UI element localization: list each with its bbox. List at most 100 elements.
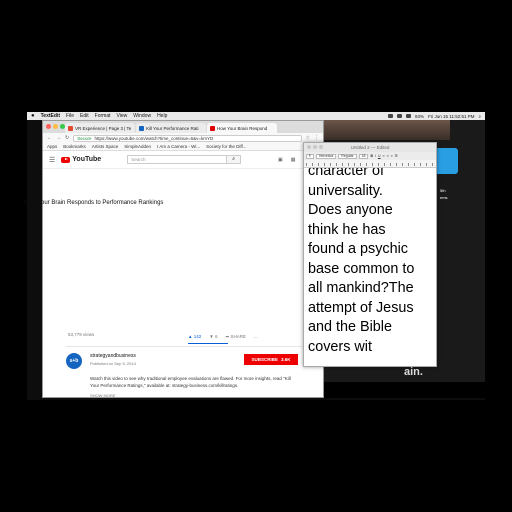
- back-icon[interactable]: ←: [47, 135, 52, 141]
- minimize-icon[interactable]: [53, 124, 58, 129]
- menu-edit[interactable]: Edit: [80, 113, 89, 119]
- textedit-window: Untitled 2 — Edited ¶ Helvetica Regular …: [303, 142, 437, 367]
- youtube-play-icon: [61, 156, 71, 163]
- ruler[interactable]: [304, 160, 436, 168]
- menu-window[interactable]: Window: [133, 113, 151, 119]
- background-video-frame: [320, 120, 450, 140]
- align-left-icon[interactable]: ≡: [383, 154, 385, 158]
- video-caption-bar: [304, 382, 485, 398]
- channel-name[interactable]: strategyandbusiness: [90, 353, 136, 359]
- youtube-header: ☰ YouTube Search ⌕ ▣ ▦ ◘ ♪: [43, 151, 323, 169]
- menu-icon[interactable]: ⋮: [314, 135, 319, 141]
- publish-date: Published on Sep 5, 2014: [90, 361, 136, 366]
- close-icon[interactable]: [307, 145, 311, 149]
- bold-button[interactable]: B: [370, 154, 373, 158]
- tab-youtube-active[interactable]: How Your Brain Respond: [207, 123, 277, 133]
- minimize-icon[interactable]: [313, 145, 317, 149]
- channel-avatar[interactable]: s+b: [66, 353, 82, 369]
- subscriber-count: 3.6K: [281, 357, 291, 362]
- tab-label: VR Experience | Page 3 | Te: [75, 125, 132, 131]
- window-controls: [307, 145, 323, 149]
- maximize-icon[interactable]: [60, 124, 65, 129]
- volume-icon[interactable]: [406, 114, 411, 118]
- menu-app-name[interactable]: TextEdit: [41, 113, 60, 119]
- show-more-button[interactable]: SHOW MORE: [90, 393, 116, 398]
- video-caption-text: ain.: [404, 366, 423, 378]
- view-count: 63,779 views: [68, 332, 95, 337]
- menu-bar: ● TextEdit File Edit Format View Window …: [27, 112, 485, 120]
- folder-label: ems: [440, 195, 448, 200]
- document-body[interactable]: character of universality. Does anyone t…: [304, 160, 436, 359]
- ruler-ticks: [306, 163, 434, 166]
- omnibar: ← → ↻ Secure https://www.youtube.com/wat…: [43, 133, 323, 143]
- screen: 5th ems ain. ● TextEdit File Edit Format…: [0, 0, 512, 512]
- tab-label: Kill Your Performance Rati: [146, 125, 199, 131]
- menu-clock[interactable]: Fri Jun 15 11:52:51 PM: [428, 114, 474, 119]
- tab-vr-experience[interactable]: VR Experience | Page 3 | Te: [65, 123, 135, 133]
- underline-button[interactable]: U: [378, 154, 381, 158]
- share-button[interactable]: ➦ SHARE: [225, 334, 246, 340]
- hamburger-menu-icon[interactable]: ☰: [49, 156, 55, 164]
- font-size-select[interactable]: 18: [358, 153, 369, 159]
- tab-strip: VR Experience | Page 3 | Te Kill Your Pe…: [43, 121, 323, 133]
- search-icon[interactable]: ⌕: [478, 114, 481, 119]
- paragraph-style-select[interactable]: ¶: [306, 153, 314, 159]
- bookmark-i-am-a-camera[interactable]: I Am a Camera - Wi...: [157, 144, 200, 149]
- video-title: How Your Brain Responds to Performance R…: [24, 200, 164, 206]
- forward-icon[interactable]: →: [56, 135, 61, 141]
- bookmark-society[interactable]: Society for the Diff...: [206, 144, 246, 149]
- folder-label: 5th: [440, 188, 446, 193]
- subscribe-button[interactable]: SUBSCRIBE 3.6K: [244, 354, 298, 365]
- search-button[interactable]: ⌕: [227, 155, 242, 164]
- subscribe-label: SUBSCRIBE: [251, 357, 278, 362]
- youtube-logo[interactable]: YouTube: [61, 156, 101, 163]
- font-style-select[interactable]: Regular: [338, 153, 357, 159]
- star-icon[interactable]: ☆: [306, 135, 310, 141]
- align-center-icon[interactable]: ≡: [387, 154, 389, 158]
- like-button[interactable]: ▲ 142: [188, 334, 201, 340]
- wifi-icon[interactable]: [397, 114, 402, 118]
- menu-format[interactable]: Format: [95, 113, 111, 119]
- menu-help[interactable]: Help: [157, 113, 167, 119]
- secure-label: Secure: [77, 135, 92, 141]
- dropbox-icon[interactable]: [388, 114, 393, 118]
- menu-file[interactable]: File: [66, 113, 74, 119]
- close-icon[interactable]: [46, 124, 51, 129]
- tab-favicon-icon: [68, 125, 73, 131]
- tab-label: How Your Brain Respond: [217, 125, 268, 131]
- share-label: SHARE: [230, 334, 247, 339]
- dislike-count: 6: [214, 334, 218, 339]
- upload-icon[interactable]: ▣: [278, 157, 283, 163]
- textedit-titlebar: Untitled 2 — Edited: [304, 143, 436, 152]
- menu-view[interactable]: View: [117, 113, 128, 119]
- italic-button[interactable]: I: [375, 154, 376, 158]
- apps-icon[interactable]: ▦: [291, 157, 296, 163]
- youtube-favicon-icon: [210, 125, 215, 131]
- bookmark-artists-space[interactable]: Artists Space: [92, 144, 119, 149]
- more-button[interactable]: ...: [254, 334, 258, 340]
- reload-icon[interactable]: ↻: [65, 135, 69, 141]
- search-input[interactable]: Search: [127, 155, 228, 164]
- youtube-logo-text: YouTube: [72, 156, 102, 163]
- like-ratio-bar: [188, 343, 228, 344]
- bookmark-apps[interactable]: Apps: [47, 144, 57, 149]
- dislike-button[interactable]: ▼ 6: [209, 334, 217, 340]
- address-bar[interactable]: Secure https://www.youtube.com/watch?tim…: [73, 134, 302, 142]
- document-title: Untitled 2 — Edited: [350, 145, 390, 150]
- bookmark-simpleadden[interactable]: SimpleAdden: [124, 144, 151, 149]
- apple-menu-icon[interactable]: ●: [31, 113, 35, 119]
- bookmark-bookmarks[interactable]: Bookmarks: [63, 144, 86, 149]
- align-right-icon[interactable]: ≡: [391, 154, 393, 158]
- divider: [66, 346, 302, 347]
- battery-percent[interactable]: 93%: [415, 114, 424, 119]
- video-player[interactable]: [43, 169, 323, 334]
- bookmarks-bar: Apps Bookmarks Artists Space SimpleAdden…: [43, 143, 323, 151]
- maximize-icon[interactable]: [319, 145, 323, 149]
- font-family-select[interactable]: Helvetica: [315, 153, 337, 159]
- tab-kill-performance[interactable]: Kill Your Performance Rati: [136, 123, 206, 133]
- tab-favicon-icon: [139, 125, 144, 131]
- video-actions: ▲ 142 ▼ 6 ➦ SHARE ...: [188, 334, 258, 340]
- video-description: Watch this video to see why traditional …: [90, 376, 291, 388]
- list-icon[interactable]: ☰: [395, 154, 398, 158]
- format-toolbar: ¶ Helvetica Regular 18 B I U ≡ ≡ ≡ ☰: [304, 152, 436, 160]
